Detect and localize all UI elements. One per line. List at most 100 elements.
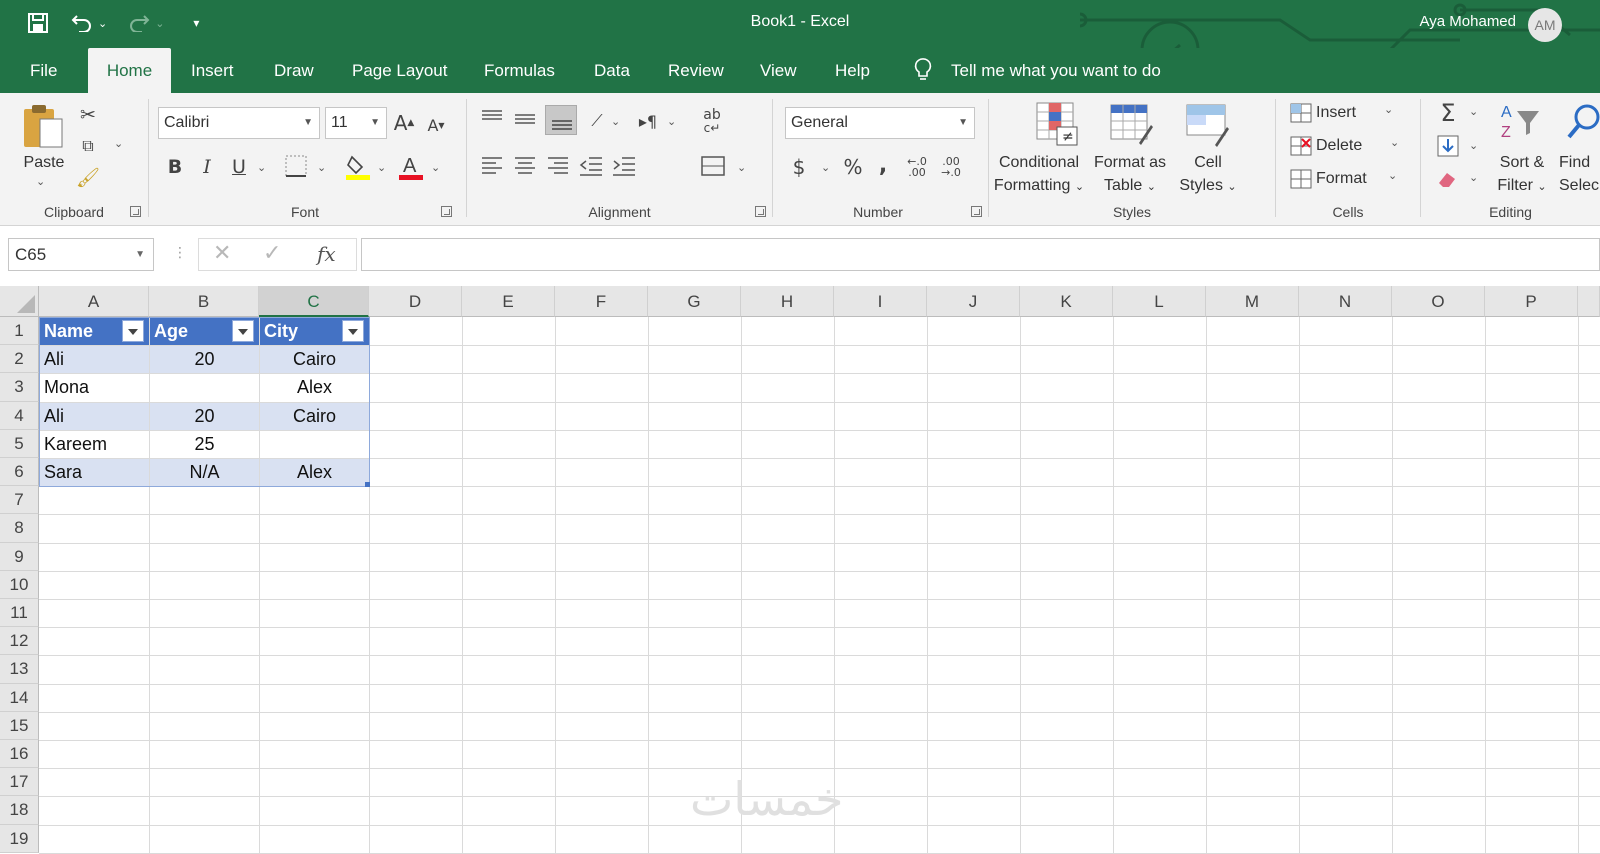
- name-box[interactable]: C65 ▼: [8, 238, 154, 271]
- cell-styles-button[interactable]: Cell Styles ⌄: [1175, 151, 1241, 199]
- rtl-dropdown-icon[interactable]: ⌄: [667, 115, 676, 128]
- row-header-8[interactable]: 8: [0, 514, 39, 543]
- insert-cells-button[interactable]: Insert: [1316, 101, 1356, 124]
- table-cell[interactable]: Mona: [40, 374, 149, 402]
- tab-view[interactable]: View: [742, 48, 815, 93]
- tab-help[interactable]: Help: [817, 48, 888, 93]
- row-header-12[interactable]: 12: [0, 627, 39, 656]
- middle-align-icon[interactable]: [514, 109, 536, 129]
- currency-button[interactable]: $: [787, 153, 811, 181]
- table-cell[interactable]: [150, 374, 259, 402]
- format-as-table-icon[interactable]: [1109, 103, 1153, 147]
- fill-color-icon[interactable]: [345, 153, 371, 181]
- bottom-align-button[interactable]: [545, 105, 577, 135]
- row-header-13[interactable]: 13: [0, 655, 39, 684]
- formula-input[interactable]: [361, 238, 1600, 271]
- column-header-j[interactable]: J: [927, 286, 1020, 317]
- tab-data[interactable]: Data: [576, 48, 648, 93]
- column-header-b[interactable]: B: [149, 286, 259, 317]
- table-cell[interactable]: Alex: [260, 459, 369, 487]
- align-center-icon[interactable]: [514, 155, 536, 177]
- avatar[interactable]: AM: [1528, 8, 1562, 42]
- row-header-16[interactable]: 16: [0, 740, 39, 769]
- percent-button[interactable]: %: [841, 153, 865, 181]
- cancel-icon[interactable]: ✕: [213, 241, 231, 266]
- column-header-f[interactable]: F: [555, 286, 648, 317]
- row-header-5[interactable]: 5: [0, 429, 39, 458]
- row-header-9[interactable]: 9: [0, 542, 39, 571]
- column-header-d[interactable]: D: [369, 286, 462, 317]
- format-painter-icon[interactable]: 🖌: [76, 165, 100, 189]
- currency-dropdown-icon[interactable]: ⌄: [821, 161, 830, 174]
- grow-font-icon[interactable]: A ▲: [391, 109, 417, 137]
- comma-button[interactable]: ,: [873, 151, 893, 179]
- alignment-launcher-icon[interactable]: [755, 206, 766, 217]
- conditional-formatting-icon[interactable]: ≠: [1035, 101, 1079, 147]
- format-cells-icon[interactable]: [1290, 169, 1312, 189]
- row-header-7[interactable]: 7: [0, 486, 39, 515]
- select-all-button[interactable]: [0, 286, 39, 317]
- column-header-e[interactable]: E: [462, 286, 555, 317]
- clear-dropdown-icon[interactable]: ⌄: [1469, 171, 1478, 184]
- format-cells-button[interactable]: Format: [1316, 167, 1367, 190]
- font-size-select[interactable]: 11 ▼: [325, 107, 387, 139]
- rtl-icon[interactable]: ▸¶: [635, 109, 661, 133]
- tell-me-search[interactable]: Tell me what you want to do: [951, 48, 1161, 93]
- bold-button[interactable]: B: [163, 153, 187, 181]
- font-launcher-icon[interactable]: [441, 206, 452, 217]
- decrease-indent-icon[interactable]: [579, 155, 603, 177]
- table-cell[interactable]: N/A: [150, 459, 259, 487]
- sort-filter-button[interactable]: Sort & Filter ⌄: [1491, 151, 1553, 199]
- row-header-4[interactable]: 4: [0, 401, 39, 430]
- formula-bar-handle-icon[interactable]: ⋮: [173, 245, 187, 261]
- copy-icon[interactable]: ⧉: [76, 134, 100, 158]
- column-header-k[interactable]: K: [1020, 286, 1113, 317]
- tab-review[interactable]: Review: [650, 48, 742, 93]
- sort-filter-icon[interactable]: A Z: [1499, 101, 1543, 143]
- merge-dropdown-icon[interactable]: ⌄: [737, 161, 746, 174]
- copy-dropdown-icon[interactable]: ⌄: [114, 137, 123, 150]
- column-header-g[interactable]: G: [648, 286, 741, 317]
- column-header-c[interactable]: C: [259, 286, 369, 317]
- table-cell[interactable]: 20: [150, 346, 259, 374]
- row-header-3[interactable]: 3: [0, 373, 39, 402]
- clipboard-launcher-icon[interactable]: [130, 206, 141, 217]
- column-header-i[interactable]: I: [834, 286, 927, 317]
- table-cell[interactable]: Cairo: [260, 346, 369, 374]
- table-cell[interactable]: 20: [150, 402, 259, 430]
- row-header-15[interactable]: 15: [0, 711, 39, 740]
- font-color-icon[interactable]: A: [398, 153, 424, 181]
- font-family-select[interactable]: Calibri ▼: [158, 107, 320, 139]
- row-header-6[interactable]: 6: [0, 458, 39, 487]
- italic-button[interactable]: I: [195, 153, 219, 181]
- underline-dropdown-icon[interactable]: ⌄: [257, 161, 266, 174]
- user-name[interactable]: Aya Mohamed: [1420, 13, 1516, 30]
- borders-dropdown-icon[interactable]: ⌄: [317, 161, 326, 174]
- table-cell[interactable]: Ali: [40, 402, 149, 430]
- paste-dropdown-icon[interactable]: ⌄: [36, 175, 45, 188]
- orientation-dropdown-icon[interactable]: ⌄: [611, 115, 620, 128]
- row-header-2[interactable]: 2: [0, 345, 39, 374]
- row-header-11[interactable]: 11: [0, 599, 39, 628]
- top-align-icon[interactable]: [481, 109, 503, 129]
- tab-page-layout[interactable]: Page Layout: [334, 48, 465, 93]
- insert-cells-icon[interactable]: [1290, 103, 1312, 123]
- table-cell[interactable]: Alex: [260, 374, 369, 402]
- table-cell[interactable]: Ali: [40, 346, 149, 374]
- column-header-l[interactable]: L: [1113, 286, 1206, 317]
- table-resize-handle[interactable]: [365, 482, 370, 488]
- table-cell[interactable]: Kareem: [40, 430, 149, 458]
- filter-dropdown-icon[interactable]: [122, 320, 144, 342]
- filter-dropdown-icon[interactable]: [232, 320, 254, 342]
- insert-function-button[interactable]: fx: [317, 242, 336, 266]
- table-cell[interactable]: Cairo: [260, 402, 369, 430]
- number-launcher-icon[interactable]: [971, 206, 982, 217]
- tab-file[interactable]: File: [12, 48, 75, 93]
- delete-cells-icon[interactable]: [1290, 136, 1312, 156]
- font-color-dropdown-icon[interactable]: ⌄: [431, 161, 440, 174]
- shrink-font-icon[interactable]: A ▼: [423, 111, 449, 139]
- paste-icon[interactable]: [22, 103, 66, 151]
- find-select-icon[interactable]: [1567, 103, 1600, 143]
- number-format-select[interactable]: General ▼: [785, 107, 975, 139]
- orientation-icon[interactable]: ⟋: [585, 109, 609, 133]
